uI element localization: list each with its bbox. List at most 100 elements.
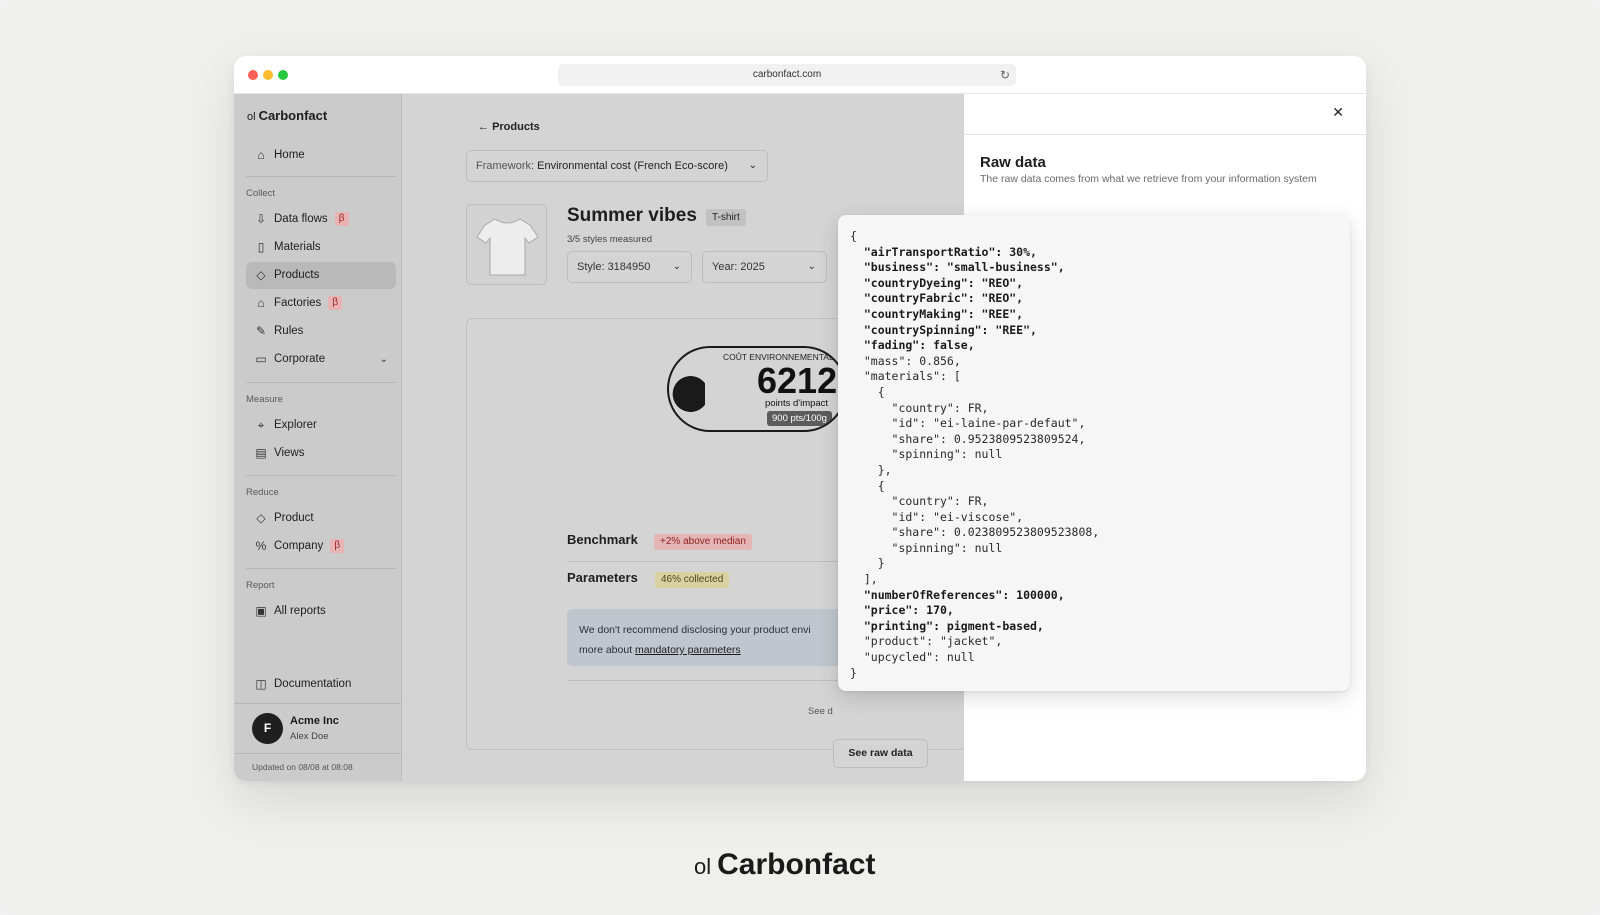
json-line: "mass": 0.856,: [850, 353, 961, 368]
json-line: "upcycled": null: [850, 650, 975, 665]
year-select[interactable]: Year: 2025 ⌄: [702, 251, 827, 283]
product-category-tag: T-shirt: [706, 209, 746, 226]
minimize-window-button[interactable]: [263, 70, 273, 80]
json-line: "id": "ei-laine-par-defaut",: [850, 416, 1086, 431]
sidebar-item-label: Materials: [274, 241, 321, 253]
drawer-title: Raw data: [980, 154, 1046, 171]
sidebar-item-label: Product: [274, 512, 314, 524]
section-label-report: Report: [246, 580, 275, 591]
close-icon[interactable]: ✕: [1332, 104, 1344, 121]
user-name: Alex Doe: [290, 731, 329, 742]
sidebar-item-corporate[interactable]: ▭ Corporate ⌄: [246, 346, 396, 373]
sidebar-divider: [246, 475, 396, 476]
product-title: Summer vibes: [567, 205, 697, 226]
framework-value: Environmental cost (French Eco-score): [537, 160, 728, 172]
url-text: carbonfact.com: [752, 69, 822, 80]
footer-brand-name: Carbonfact: [717, 848, 876, 881]
eco-score-badge: COÛT ENVIRONNEMENTAL 6212 points d'impac…: [667, 346, 847, 432]
sidebar-item-documentation[interactable]: ◫ Documentation: [246, 671, 396, 698]
chevron-down-icon: ⌄: [807, 261, 816, 272]
see-raw-data-button[interactable]: See raw data: [833, 739, 928, 768]
sidebar-divider: [234, 753, 402, 754]
beta-badge: β: [330, 538, 345, 553]
sidebar-item-rules[interactable]: ✎ Rules: [246, 318, 396, 345]
chevron-down-icon: ⌄: [379, 354, 388, 365]
back-link[interactable]: ← Products: [478, 121, 540, 133]
sidebar-item-views[interactable]: ▤ Views: [246, 440, 396, 467]
pixel-globe-icon: [669, 370, 705, 418]
json-line: "share": 0.9523809523809524,: [850, 431, 1086, 446]
browser-titlebar: carbonfact.com ↻: [234, 56, 1366, 94]
sidebar-item-factories[interactable]: ⌂ Factories β: [246, 290, 396, 317]
see-details-link[interactable]: See d: [808, 706, 833, 717]
back-label: Products: [492, 121, 540, 133]
sidebar-item-home[interactable]: ⌂ Home: [246, 142, 396, 169]
beta-badge: β: [328, 295, 343, 310]
json-line: "airTransportRatio": 30%,: [850, 244, 1037, 259]
sidebar-divider: [246, 382, 396, 383]
style-select[interactable]: Style: 3184950 ⌄: [567, 251, 692, 283]
sidebar-divider: [234, 703, 402, 704]
section-label-measure: Measure: [246, 394, 283, 405]
json-line: "id": "ei-viscose",: [850, 509, 1024, 524]
briefcase-icon: ▭: [255, 352, 267, 366]
home-icon: ⌂: [257, 148, 265, 162]
json-line: "fading": false,: [850, 338, 975, 353]
json-line: "country": FR,: [850, 494, 989, 509]
json-line: "share": 0.023809523809523808,: [850, 525, 1100, 540]
drawer-description: The raw data comes from what we retrieve…: [980, 173, 1317, 185]
benchmark-label: Benchmark: [567, 532, 638, 547]
score-per-weight: 900 pts/100g: [767, 411, 832, 426]
year-select-value: Year: 2025: [712, 261, 765, 273]
sidebar-item-products[interactable]: ◇ Products: [246, 262, 396, 289]
sidebar-item-all-reports[interactable]: ▣ All reports: [246, 598, 396, 625]
json-line: {: [850, 478, 885, 493]
json-line: "countryMaking": "REE",: [850, 306, 1024, 321]
percent-icon: %: [255, 539, 267, 553]
json-line: "business": "small-business",: [850, 260, 1065, 275]
brand-logo[interactable]: ol Carbonfact: [247, 108, 327, 123]
tag-edit-icon: ◇: [256, 511, 266, 525]
avatar: F: [252, 713, 283, 744]
style-select-value: Style: 3184950: [577, 261, 651, 273]
info-more: more about: [579, 644, 633, 656]
json-line: }: [850, 665, 857, 680]
sidebar-item-label: Views: [274, 447, 305, 459]
sidebar-item-product[interactable]: ◇ Product: [246, 505, 396, 532]
json-line: "countrySpinning": "REE",: [850, 322, 1037, 337]
sidebar-item-materials[interactable]: ▯ Materials: [246, 234, 396, 261]
maximize-window-button[interactable]: [278, 70, 288, 80]
sidebar-divider: [246, 568, 396, 569]
factory-icon: ⌂: [257, 296, 265, 310]
sidebar-item-label: All reports: [274, 605, 326, 617]
product-thumbnail: [466, 204, 547, 285]
chevron-down-icon: ⌄: [748, 160, 757, 171]
book-icon: ▯: [257, 240, 265, 254]
ruler-icon: ✎: [255, 324, 267, 338]
arrow-left-icon: ←: [478, 121, 489, 133]
sidebar-item-label: Company: [274, 540, 324, 552]
json-line: "countryFabric": "REO",: [850, 291, 1024, 306]
mandatory-parameters-link[interactable]: mandatory parameters: [635, 644, 741, 656]
json-line: "product": "jacket",: [850, 634, 1003, 649]
user-account[interactable]: F Acme Inc Alex Doe: [252, 713, 392, 747]
sidebar-item-label: Documentation: [274, 678, 352, 690]
sidebar-item-data-flows[interactable]: ⇩ Data flows β: [246, 206, 396, 233]
reload-icon[interactable]: ↻: [1000, 64, 1010, 86]
json-line: ],: [850, 572, 878, 587]
json-line: "spinning": null: [850, 447, 1003, 462]
close-window-button[interactable]: [248, 70, 258, 80]
tag-icon: ◇: [256, 268, 266, 282]
brand-mark-icon: ol: [694, 854, 712, 879]
sidebar-item-explorer[interactable]: ⌖ Explorer: [246, 412, 396, 439]
parameters-badge: 46% collected: [655, 572, 730, 588]
sidebar-item-company[interactable]: % Company β: [246, 533, 396, 560]
data-flows-icon: ⇩: [255, 212, 267, 226]
address-bar[interactable]: carbonfact.com ↻: [558, 64, 1016, 86]
framework-select[interactable]: Framework: Environmental cost (French Ec…: [466, 150, 768, 182]
tshirt-icon: [476, 218, 539, 276]
sidebar-item-label: Explorer: [274, 419, 317, 431]
brand-name: Carbonfact: [258, 108, 328, 123]
json-line: "printing": pigment-based,: [850, 618, 1044, 633]
sidebar-item-label: Rules: [274, 325, 304, 337]
